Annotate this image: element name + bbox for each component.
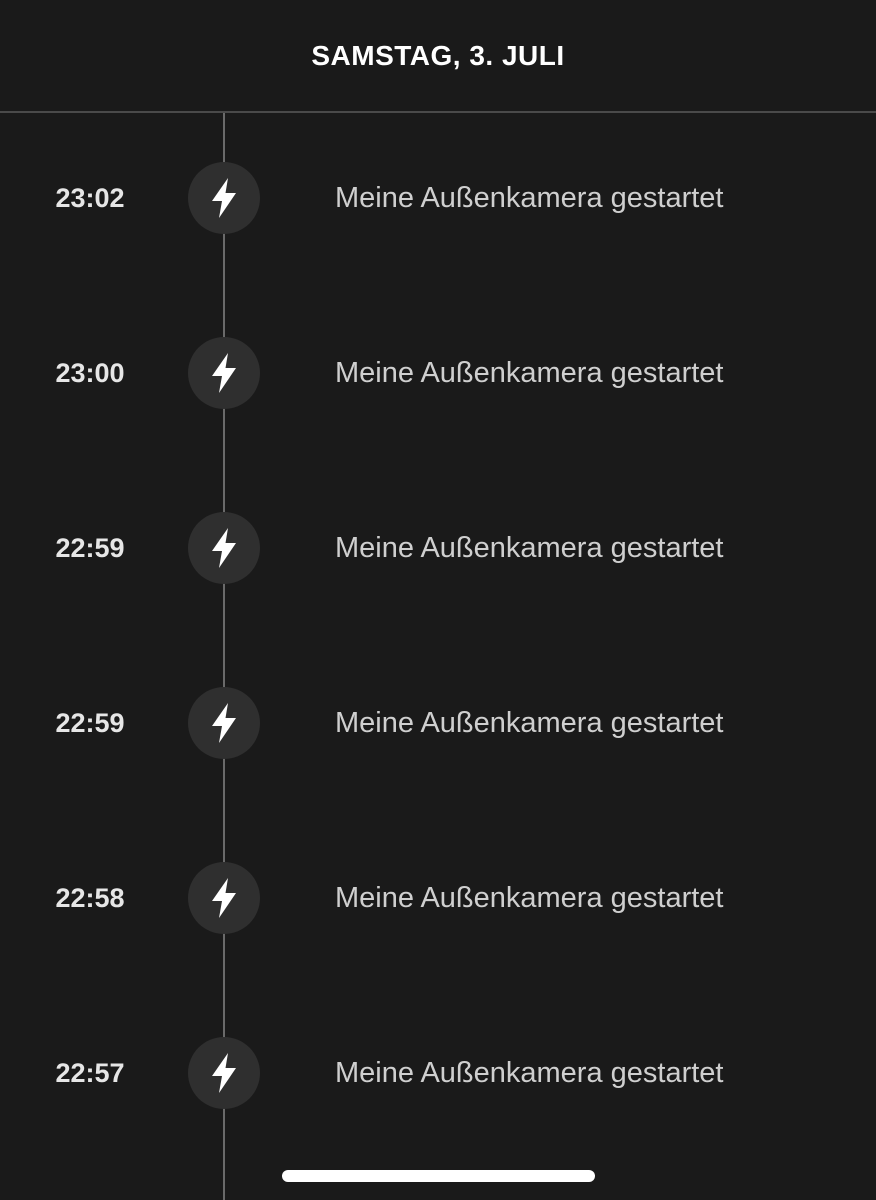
lightning-bolt-icon <box>188 1037 260 1109</box>
event-description: Meine Außenkamera gestartet <box>335 881 724 914</box>
event-row[interactable]: 22:59 Meine Außenkamera gestartet <box>0 678 876 768</box>
event-description: Meine Außenkamera gestartet <box>335 706 724 739</box>
event-description: Meine Außenkamera gestartet <box>335 1056 724 1089</box>
event-row[interactable]: 23:02 Meine Außenkamera gestartet <box>0 153 876 243</box>
lightning-bolt-icon <box>188 512 260 584</box>
event-time: 22:57 <box>55 1057 125 1088</box>
home-indicator[interactable] <box>282 1170 595 1182</box>
event-description: Meine Außenkamera gestartet <box>335 531 724 564</box>
date-header: SAMSTAG, 3. JULI <box>0 0 876 113</box>
lightning-bolt-icon <box>188 862 260 934</box>
event-row[interactable]: 23:00 Meine Außenkamera gestartet <box>0 328 876 418</box>
lightning-bolt-icon <box>188 687 260 759</box>
event-time: 22:59 <box>55 707 125 738</box>
event-description: Meine Außenkamera gestartet <box>335 356 724 389</box>
event-row[interactable]: 22:58 Meine Außenkamera gestartet <box>0 853 876 943</box>
date-title: SAMSTAG, 3. JULI <box>311 39 565 71</box>
event-row[interactable]: 22:59 Meine Außenkamera gestartet <box>0 503 876 593</box>
event-description: Meine Außenkamera gestartet <box>335 181 724 214</box>
event-time: 22:58 <box>55 882 125 913</box>
lightning-bolt-icon <box>188 162 260 234</box>
event-timeline-screen: SAMSTAG, 3. JULI 23:02 Meine Außenkamera… <box>0 0 876 1200</box>
event-time: 23:02 <box>55 182 125 213</box>
event-row[interactable]: 22:57 Meine Außenkamera gestartet <box>0 1028 876 1118</box>
event-time: 22:59 <box>55 532 125 563</box>
lightning-bolt-icon <box>188 337 260 409</box>
event-time: 23:00 <box>55 357 125 388</box>
